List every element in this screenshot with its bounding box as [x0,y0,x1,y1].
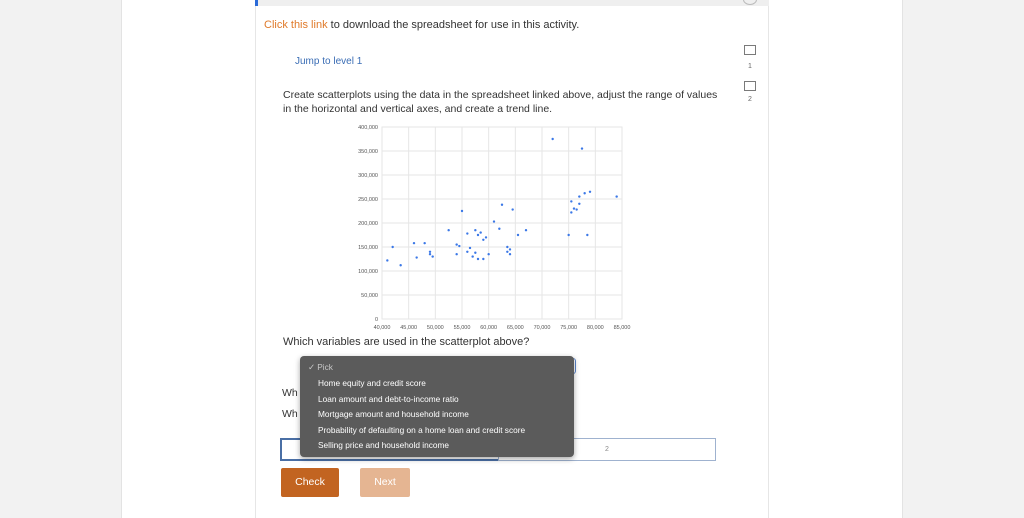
progress-accent [255,0,258,6]
data-point [586,233,589,237]
x-tick-label: 70,000 [534,325,551,331]
data-point [479,231,482,234]
data-point [386,259,389,262]
check-button[interactable]: Check [281,468,339,497]
question-variables: Which variables are used in the scatterp… [283,336,530,348]
y-tick-label: 50,000 [361,293,378,299]
data-point [583,192,586,195]
question-stub-2: Wh [282,408,298,420]
data-point [506,250,509,253]
y-tick-label: 350,000 [358,149,378,155]
variables-dropdown-menu[interactable]: ✓ Pick Home equity and credit score Loan… [300,356,574,457]
data-point [551,137,554,141]
dropdown-option[interactable]: Mortgage amount and household income [318,409,469,419]
x-tick-label: 65,000 [507,325,524,331]
next-button[interactable]: Next [360,468,410,497]
data-point [615,195,618,198]
data-point [508,248,512,251]
level-2-checkbox[interactable] [744,81,756,91]
y-tick-label: 300,000 [358,173,378,179]
y-tick-label: 0 [375,317,378,323]
data-point [500,203,504,206]
x-tick-label: 80,000 [587,325,604,331]
y-tick-label: 100,000 [358,269,378,275]
data-point [458,244,461,248]
dropdown-option[interactable]: Loan amount and debt-to-income ratio [318,394,459,404]
question-stub-1: Wh [282,387,298,399]
data-point [466,250,469,253]
data-point [508,253,512,256]
data-point [482,257,485,261]
data-point [428,250,432,253]
progress-bar [255,0,769,6]
activity-instructions: Create scatterplots using the data in th… [283,89,718,115]
level-1-checkbox[interactable] [744,45,756,55]
dropdown-option[interactable]: Home equity and credit score [318,378,426,388]
data-point [572,207,576,210]
data-point [474,251,477,254]
data-point [476,257,480,261]
data-point [484,236,488,239]
data-point [428,253,432,256]
data-point [588,190,592,193]
data-point [468,246,472,250]
level-1-label: 1 [748,63,752,70]
data-point [567,233,570,237]
x-tick-label: 40,000 [374,325,391,331]
data-point [391,245,394,249]
data-point [476,233,480,237]
data-point [492,220,496,223]
data-point [455,253,458,256]
data-point [460,209,464,213]
dropdown-option[interactable]: Probability of defaulting on a home loan… [318,425,525,435]
dropdown-option[interactable]: Selling price and household income [318,440,449,450]
y-tick-label: 250,000 [358,197,378,203]
data-point [524,229,528,232]
data-point [570,200,573,203]
y-tick-label: 200,000 [358,221,378,227]
data-point [575,208,578,211]
data-point [516,233,520,237]
x-tick-label: 60,000 [480,325,497,331]
download-instructions: Click this link to download the spreadsh… [264,19,579,31]
dropdown-placeholder[interactable]: ✓ Pick [308,362,333,372]
x-tick-label: 85,000 [614,325,631,331]
data-point [471,255,474,258]
scatterplot-chart: 0 50,000 100,000 150,000 200,000 250,000 300,0… [358,125,631,331]
x-tick-label: 45,000 [400,325,417,331]
download-text: to download the spreadsheet for use in t… [327,19,580,31]
download-link[interactable]: Click this link [264,19,328,31]
data-point [466,232,469,235]
x-tick-label: 75,000 [560,325,577,331]
data-point [578,195,581,198]
data-point [487,253,490,256]
data-point [511,208,514,211]
data-point [506,245,509,249]
data-point [580,147,584,150]
data-point [415,256,418,259]
data-point [498,227,501,230]
level-2-label: 2 [748,96,752,103]
x-tick-label: 50,000 [427,325,444,331]
data-point [474,229,477,232]
y-tick-label: 400,000 [358,125,378,131]
data-point [423,241,426,245]
data-point [399,264,402,267]
data-point [447,229,450,232]
data-point [482,238,485,241]
data-point [431,255,434,258]
jump-to-level-link[interactable]: Jump to level 1 [295,56,362,67]
data-point [455,243,458,246]
x-tick-label: 55,000 [454,325,471,331]
data-point [412,241,416,245]
data-point [578,202,581,205]
y-tick-label: 150,000 [358,245,378,251]
data-point [570,211,573,214]
